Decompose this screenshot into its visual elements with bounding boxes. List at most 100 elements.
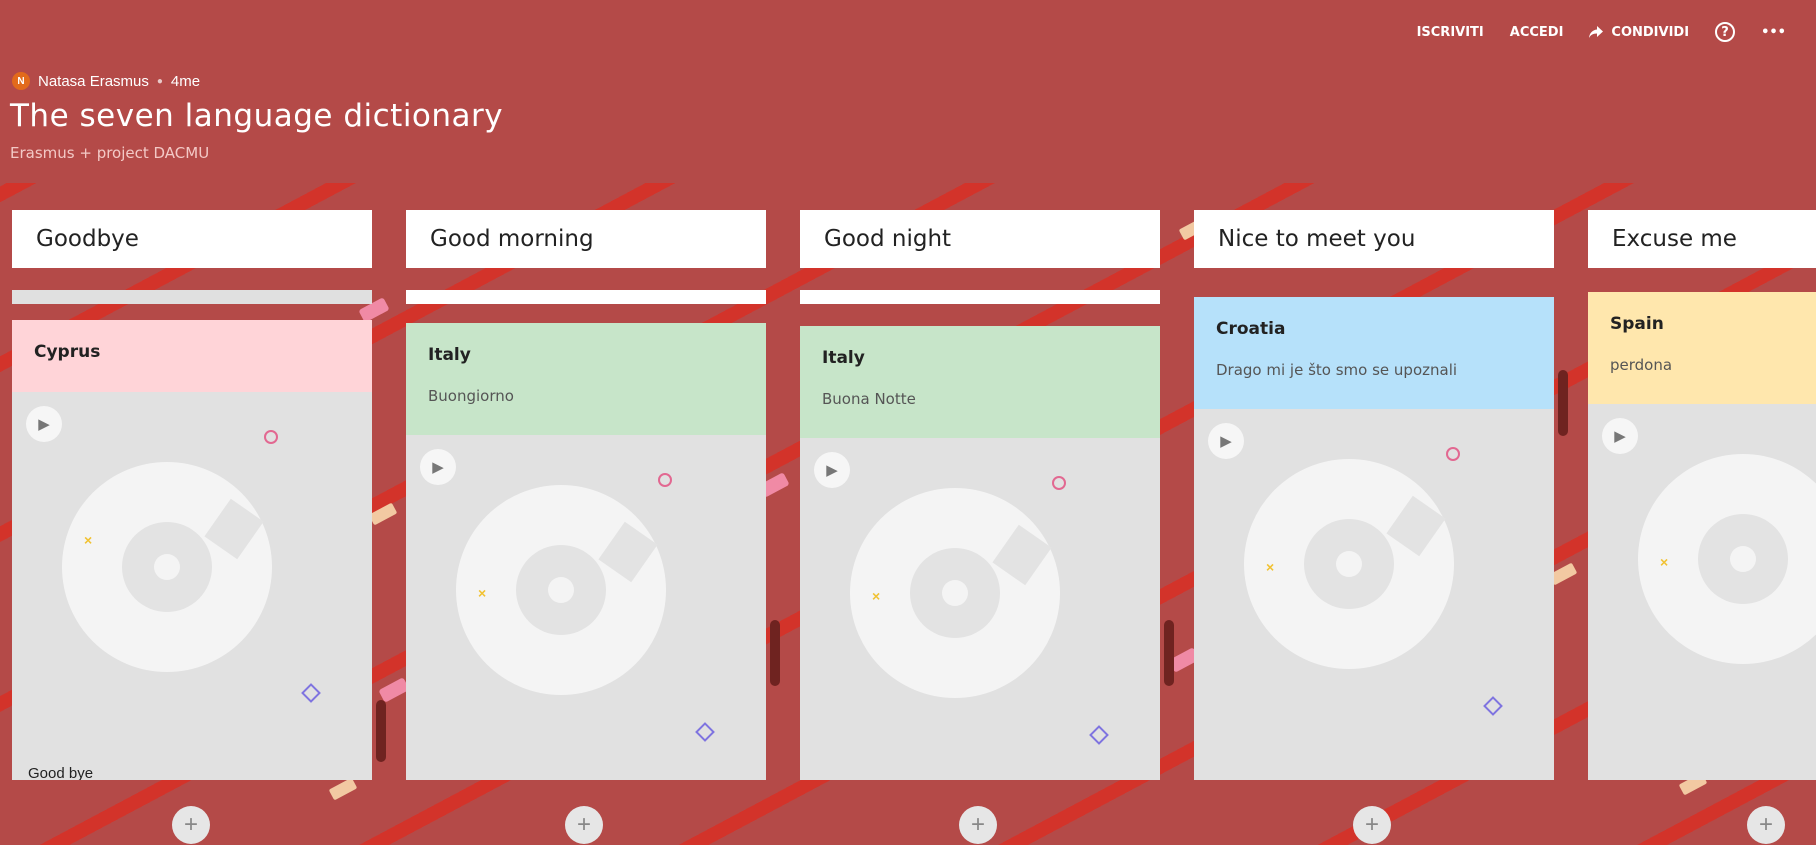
author-name[interactable]: Natasa Erasmus	[38, 73, 149, 90]
circle-decoration-icon	[264, 430, 278, 444]
scrollbar-thumb[interactable]	[1558, 370, 1568, 436]
cross-decoration-icon: ×	[872, 588, 881, 604]
share-label: CONDIVIDI	[1611, 24, 1690, 40]
board-subtitle: Erasmus + project DACMU	[10, 144, 210, 162]
card-header: Spain perdona	[1588, 292, 1816, 404]
add-post-button[interactable]: +	[1747, 806, 1785, 844]
card-country: Croatia	[1216, 319, 1286, 339]
card-caption: Good bye	[28, 765, 94, 780]
circle-decoration-icon	[658, 473, 672, 487]
play-icon[interactable]: ▶	[1208, 423, 1244, 459]
post-card-spain[interactable]: Spain perdona ▶ ×	[1588, 292, 1816, 780]
card-text: Drago mi je što smo se upoznali	[1216, 361, 1458, 379]
column-divider	[12, 290, 372, 304]
diamond-decoration-icon	[301, 683, 321, 703]
audio-disc-icon	[62, 462, 272, 672]
card-country: Cyprus	[34, 342, 101, 362]
help-icon[interactable]: ?	[1715, 22, 1736, 42]
column-title[interactable]: Excuse me	[1588, 210, 1816, 268]
card-country: Italy	[428, 345, 471, 365]
separator-dot: ●	[156, 75, 163, 87]
disc-hole	[942, 580, 968, 606]
pencil-tip-icon	[368, 502, 398, 526]
play-icon[interactable]: ▶	[26, 406, 62, 442]
pencil-tip-icon	[328, 777, 358, 801]
circle-decoration-icon	[1446, 447, 1460, 461]
add-post-button[interactable]: +	[1353, 806, 1391, 844]
post-card-italy-night[interactable]: Italy Buona Notte ▶ ×	[800, 326, 1160, 780]
add-post-button[interactable]: +	[565, 806, 603, 844]
scrollbar-thumb[interactable]	[1164, 620, 1174, 686]
post-card-cyprus[interactable]: Cyprus ▶ × Good bye	[12, 320, 372, 780]
disc-ring	[1304, 519, 1394, 609]
audio-disc-icon	[850, 488, 1060, 698]
cross-decoration-icon: ×	[1266, 559, 1275, 575]
column-good-morning: Good morning	[406, 210, 766, 268]
add-post-button[interactable]: +	[959, 806, 997, 844]
avatar[interactable]: N	[12, 72, 30, 90]
scrollbar-thumb[interactable]	[770, 620, 780, 686]
card-text: Buongiorno	[428, 387, 514, 405]
column-divider	[800, 290, 1160, 304]
top-bar: ISCRIVITI ACCEDI CONDIVIDI ? •••	[1417, 22, 1786, 42]
diamond-decoration-icon	[1483, 696, 1503, 716]
diamond-decoration-icon	[695, 722, 715, 742]
audio-attachment: ▶ ×	[1194, 409, 1554, 780]
card-header: Italy Buona Notte	[800, 326, 1160, 438]
column-excuse-me: Excuse me	[1588, 210, 1816, 268]
audio-attachment: ▶ ×	[1588, 404, 1816, 780]
cross-decoration-icon: ×	[84, 532, 93, 548]
post-time: 4me	[170, 72, 201, 90]
column-title[interactable]: Nice to meet you	[1194, 210, 1554, 268]
disc-hole	[1336, 551, 1362, 577]
diamond-decoration-icon	[1089, 725, 1109, 745]
audio-attachment: ▶ ×	[800, 438, 1160, 780]
column-title[interactable]: Good night	[800, 210, 1160, 268]
signup-link[interactable]: ISCRIVITI	[1417, 25, 1484, 40]
card-text: perdona	[1610, 356, 1673, 374]
column-good-night: Good night	[800, 210, 1160, 268]
cross-decoration-icon: ×	[478, 585, 487, 601]
board-title: The seven language dictionary	[10, 98, 504, 134]
disc-arm	[598, 521, 658, 583]
card-country: Spain	[1610, 314, 1664, 334]
scrollbar-thumb[interactable]	[376, 700, 386, 762]
disc-arm	[992, 524, 1052, 586]
post-card-italy-morning[interactable]: Italy Buongiorno ▶ ×	[406, 323, 766, 780]
audio-disc-icon	[1244, 459, 1454, 669]
column-title[interactable]: Good morning	[406, 210, 766, 268]
play-icon[interactable]: ▶	[420, 449, 456, 485]
column-title[interactable]: Goodbye	[12, 210, 372, 268]
disc-arm	[1386, 495, 1446, 557]
more-options-icon[interactable]: •••	[1761, 25, 1786, 40]
audio-attachment: ▶ ×	[406, 435, 766, 780]
pencil-eraser-icon	[378, 677, 410, 703]
share-arrow-icon	[1589, 26, 1604, 38]
disc-hole	[1730, 546, 1756, 572]
disc-ring	[1698, 514, 1788, 604]
author-info: N Natasa Erasmus ● 4me	[12, 72, 200, 90]
play-icon[interactable]: ▶	[814, 452, 850, 488]
audio-attachment: ▶ × Good bye	[12, 392, 372, 780]
card-text: Buona Notte	[822, 390, 916, 408]
disc-hole	[154, 554, 180, 580]
disc-hole	[548, 577, 574, 603]
card-country: Italy	[822, 348, 865, 368]
card-header: Croatia Drago mi je što smo se upoznali	[1194, 297, 1554, 409]
card-header: Italy Buongiorno	[406, 323, 766, 435]
disc-ring	[910, 548, 1000, 638]
disc-ring	[516, 545, 606, 635]
share-button[interactable]: CONDIVIDI	[1589, 25, 1689, 40]
audio-disc-icon	[456, 485, 666, 695]
post-card-croatia[interactable]: Croatia Drago mi je što smo se upoznali …	[1194, 297, 1554, 780]
add-post-button[interactable]: +	[172, 806, 210, 844]
circle-decoration-icon	[1052, 476, 1066, 490]
column-divider	[406, 290, 766, 304]
column-nice-to-meet-you: Nice to meet you	[1194, 210, 1554, 268]
login-link[interactable]: ACCEDI	[1510, 25, 1564, 40]
play-icon[interactable]: ▶	[1602, 418, 1638, 454]
column-goodbye: Goodbye	[12, 210, 372, 268]
card-header: Cyprus	[12, 320, 372, 392]
disc-arm	[204, 498, 264, 560]
cross-decoration-icon: ×	[1660, 554, 1669, 570]
